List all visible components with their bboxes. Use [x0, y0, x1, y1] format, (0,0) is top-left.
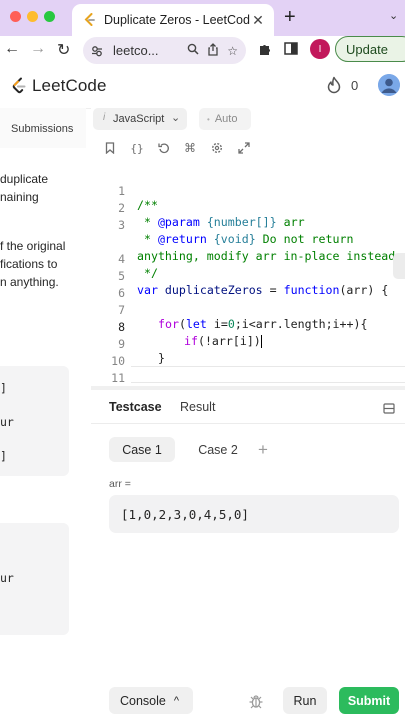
language-select[interactable]: i JavaScript ⌄	[93, 108, 187, 130]
code-line: 5 var duplicateZeros = function(arr) {	[91, 255, 405, 297]
settings-gear-icon[interactable]	[210, 141, 224, 155]
case-2-tab[interactable]: Case 2	[185, 437, 251, 462]
description-body[interactable]: duplicate naining f the original ficatio…	[0, 148, 86, 720]
code-line: 6	[91, 272, 405, 300]
description-line: fications to	[0, 257, 58, 271]
description-tabs: Submissions	[0, 108, 86, 149]
console-toggle-button[interactable]: Console ^	[109, 687, 193, 714]
code-editor[interactable]: 1 /** 2 * @param {number[]} arr 3 * @ret…	[91, 166, 405, 386]
streak-count: 0	[351, 77, 359, 93]
auto-dot-icon: •	[207, 114, 210, 124]
console-label: Console	[120, 693, 166, 708]
language-label: JavaScript	[113, 113, 165, 125]
share-icon[interactable]	[207, 42, 219, 59]
case-1-tab[interactable]: Case 1	[109, 437, 175, 462]
sidebar-toggle-icon[interactable]	[284, 42, 298, 58]
example-1-line: ]	[0, 449, 7, 463]
line-number: 11	[111, 371, 125, 385]
example-1-line: ]	[0, 381, 7, 395]
code-line: 4 */	[91, 238, 405, 280]
back-arrow-icon[interactable]: ←	[4, 40, 20, 58]
tab-search-chevron-icon[interactable]: ⌄	[389, 9, 398, 22]
code-line: 3 * @return {void} Do not return	[91, 204, 405, 246]
bookmark-star-icon[interactable]: ☆	[227, 44, 238, 58]
run-button[interactable]: Run	[283, 687, 327, 714]
auto-label: Auto	[214, 113, 238, 125]
shortcuts-command-icon[interactable]: ⌘	[183, 141, 197, 155]
description-line: n anything.	[0, 275, 59, 289]
submit-button[interactable]: Submit	[339, 687, 399, 714]
arr-input-field[interactable]: [1,0,2,3,0,4,5,0]	[109, 495, 399, 533]
arr-param-label: arr =	[109, 478, 131, 490]
add-case-button[interactable]: +	[253, 437, 273, 462]
testcase-tabs: Testcase Result	[91, 390, 405, 424]
tab-submissions[interactable]: Submissions	[11, 123, 73, 135]
tab-close-icon[interactable]: ✕	[250, 12, 266, 29]
leetcode-header: LeetCode 0	[0, 64, 405, 109]
code-editor-panel: i JavaScript ⌄ • Auto {} ⌘ 1 /** 2 * @pa…	[91, 108, 405, 386]
problem-description-panel: Submissions duplicate naining f the orig…	[0, 108, 86, 720]
leetcode-logo-icon	[12, 77, 26, 94]
code-line: 8 if(!arr[i])	[91, 306, 405, 348]
maximize-window-button[interactable]	[44, 11, 55, 22]
browser-tab-active[interactable]: Duplicate Zeros - LeetCode ✕	[72, 4, 274, 36]
url-text: leetco...	[113, 43, 159, 58]
example-2-box: ur	[0, 523, 69, 635]
description-line: naining	[0, 190, 39, 204]
search-icon[interactable]	[187, 43, 199, 58]
browser-tab-bar: Duplicate Zeros - LeetCode ✕ + ⌄	[0, 0, 405, 36]
example-1-box: ] ur ]	[0, 366, 69, 476]
example-2-line: ur	[0, 571, 14, 585]
debug-bug-icon[interactable]	[248, 693, 264, 709]
code-line: 10	[91, 340, 405, 368]
bookmark-icon[interactable]	[103, 141, 117, 155]
forward-arrow-icon[interactable]: →	[30, 40, 46, 58]
leetcode-logo[interactable]: LeetCode	[11, 76, 107, 96]
code-line: 1 /**	[91, 170, 405, 212]
code-line: 2 * @param {number[]} arr	[91, 187, 405, 229]
tab-testcase[interactable]: Testcase	[109, 400, 162, 414]
brand-name: LeetCode	[32, 76, 107, 95]
streak-counter[interactable]: 0	[326, 76, 358, 94]
description-line: duplicate	[0, 172, 49, 186]
browser-toolbar: ← → ↻ leetco... ☆ I Update	[0, 36, 405, 64]
extensions-puzzle-icon[interactable]	[258, 42, 272, 59]
tab-title: Duplicate Zeros - LeetCode	[104, 13, 250, 27]
address-bar[interactable]: leetco... ☆	[83, 37, 246, 64]
chevron-down-icon: ⌄	[171, 112, 181, 124]
copy-code-tab[interactable]	[393, 253, 405, 279]
panel-layout-icon[interactable]	[383, 401, 395, 419]
editor-toolbar: i JavaScript ⌄ • Auto	[91, 108, 405, 132]
fire-icon	[327, 76, 341, 94]
description-line: f the original	[0, 239, 66, 253]
reset-code-icon[interactable]	[157, 141, 171, 155]
code-line: anything, modify arr in-place instead.	[91, 221, 405, 263]
profile-avatar[interactable]: I	[310, 39, 330, 59]
testcase-panel: Testcase Result Case 1 Case 2 + arr = [1…	[91, 390, 405, 720]
minimize-window-button[interactable]	[27, 11, 38, 22]
format-code-icon[interactable]: {}	[130, 141, 144, 155]
close-window-button[interactable]	[10, 11, 21, 22]
user-avatar[interactable]	[378, 74, 400, 96]
reload-icon[interactable]: ↻	[57, 40, 70, 60]
auto-save-toggle[interactable]: • Auto	[199, 108, 251, 130]
code-line: 9 }	[91, 323, 405, 365]
chevron-up-icon: ^	[173, 694, 180, 707]
leetcode-favicon-icon	[82, 13, 96, 27]
browser-update-button[interactable]: Update	[335, 36, 405, 62]
site-info-icon[interactable]	[91, 45, 105, 57]
new-tab-button[interactable]: +	[284, 6, 296, 29]
example-1-line: ur	[0, 415, 14, 429]
code-line: 11 };	[91, 357, 405, 386]
fullscreen-expand-icon[interactable]	[237, 141, 251, 155]
info-icon: i	[103, 112, 106, 123]
tab-result[interactable]: Result	[180, 400, 215, 414]
code-line: 7 for(let i=0;i<arr.length;i++){	[91, 289, 405, 331]
user-avatar-icon	[378, 74, 400, 96]
